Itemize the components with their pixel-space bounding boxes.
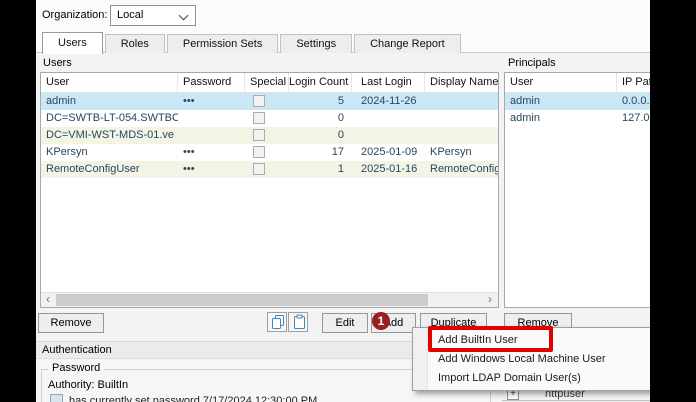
cell-password: ••• [183,146,195,158]
cell-user: admin [46,95,76,107]
menu-item-add-windows-local-machine-user[interactable]: Add Windows Local Machine User [428,350,650,369]
cell-login-count: 17 [331,146,344,158]
cell-special [245,161,289,178]
principals-panel-title: Principals [508,57,556,69]
table-row-dc-swtb[interactable]: DC=SWTB-LT-054.SWTBO 0 [41,110,498,127]
cell-display-name: RemoteConfig [430,163,498,175]
principals-table: User IP Pattern admin 0.0.0.0/0 admin 12… [504,72,650,308]
password-status-row: has currently set password 7/17/2024 12:… [50,394,317,402]
cell-display-name [425,127,498,144]
paste-button[interactable] [288,312,308,332]
cell-display-name [425,110,498,127]
app-window: Organization: Local Users Roles Permissi… [36,0,650,402]
organization-dropdown-value: Local [117,9,144,21]
tab-roles[interactable]: Roles [104,34,165,53]
cell-special [245,93,289,110]
cell-user: DC=VMI-WST-MDS-01.ve [46,129,175,141]
scrollbar-thumb[interactable] [56,294,428,306]
cell-last-login: 2025-01-09 [361,146,418,158]
cell-password: ••• [183,95,195,107]
table-row-kpersyn[interactable]: KPersyn ••• 17 2025-01-09 KPersyn [41,144,498,161]
tab-change-report[interactable]: Change Report [354,34,461,53]
cell-principal-user: admin [510,112,540,124]
cell-special [245,127,289,144]
principal-row[interactable]: admin 0.0.0.0/0 [505,93,650,110]
copy-button[interactable] [267,312,287,332]
users-table-header: User Password Special Login Count Last L… [41,73,498,93]
column-header-user[interactable]: User [41,73,178,92]
cell-last-login [352,127,425,144]
column-header-principal-user[interactable]: User [505,73,617,92]
scroll-right-arrow-icon[interactable]: › [483,293,497,307]
tab-permission-sets[interactable]: Permission Sets [166,34,279,53]
cell-password [178,127,245,144]
tab-strip: Users Roles Permission Sets Settings Cha… [42,31,463,54]
users-table: User Password Special Login Count Last L… [40,72,499,308]
column-header-last-login[interactable]: Last Login [352,73,425,92]
table-row-remoteconfiguser[interactable]: RemoteConfigUser ••• 1 2025-01-16 Remote… [41,161,498,178]
tab-users[interactable]: Users [42,32,103,54]
cell-special [245,144,289,161]
special-checkbox[interactable] [253,163,265,175]
divider [502,400,650,401]
special-checkbox[interactable] [253,112,265,124]
menu-item-import-ldap-domain-users[interactable]: Import LDAP Domain User(s) [428,369,650,388]
special-checkbox[interactable] [253,95,265,107]
special-checkbox[interactable] [253,129,265,141]
cell-special [245,110,289,127]
top-bar: Organization: Local Users Roles Permissi… [36,0,650,54]
scroll-left-arrow-icon[interactable]: ‹ [41,293,55,307]
cell-display-name [425,93,498,110]
organization-label: Organization: [42,9,108,21]
cell-user: RemoteConfigUser [46,163,140,175]
column-header-login-count[interactable]: Login Count [289,73,352,92]
column-header-ip-pattern[interactable]: IP Pattern [617,73,650,92]
edit-user-button[interactable]: Edit [322,313,368,333]
step-badge: 1 [372,312,390,330]
cell-ip-pattern: 127.0.0.1 [622,112,650,124]
cell-login-count: 0 [337,129,344,141]
cell-login-count: 1 [337,163,344,175]
password-status-text: has currently set password 7/17/2024 12:… [69,394,318,402]
paste-icon [293,314,305,329]
screenshot-stage: Organization: Local Users Roles Permissi… [0,0,696,402]
organization-dropdown[interactable]: Local [110,5,196,26]
annotation-highlight-rectangle [428,326,553,352]
cell-user: KPersyn [46,146,88,158]
horizontal-scrollbar[interactable]: ‹ › [41,292,498,307]
cell-ip-pattern: 0.0.0.0/0 [622,95,650,107]
cell-last-login: 2024-11-26 [361,95,417,107]
password-checkbox[interactable] [50,394,63,402]
tab-settings[interactable]: Settings [280,34,353,53]
cell-principal-user: admin [510,95,540,107]
remove-user-button[interactable]: Remove [38,313,104,333]
principal-row[interactable]: admin 127.0.0.1 [505,110,650,127]
copy-icon [271,315,284,329]
principals-table-header: User IP Pattern [505,73,650,93]
column-header-display-name[interactable]: Display Name [425,73,498,92]
table-row-admin[interactable]: admin ••• 5 2024-11-26 [41,93,498,110]
cell-display-name: KPersyn [430,146,472,158]
password-groupbox-label: Password [48,362,105,374]
users-panel-title: Users [43,57,72,69]
cell-password: ••• [183,163,195,175]
chevron-down-icon [178,10,189,21]
cell-password [178,110,245,127]
menu-icon-gutter [413,328,428,390]
column-header-special[interactable]: Special [245,73,289,92]
cell-user: DC=SWTB-LT-054.SWTBO [46,112,178,124]
cell-last-login [352,110,425,127]
cell-login-count: 0 [337,112,344,124]
table-row-dc-vmi[interactable]: DC=VMI-WST-MDS-01.ve 0 [41,127,498,144]
cell-login-count: 5 [337,95,344,107]
authority-label: Authority: BuiltIn [48,379,129,391]
cell-last-login: 2025-01-16 [361,163,418,175]
column-header-password[interactable]: Password [178,73,245,92]
special-checkbox[interactable] [253,146,265,158]
